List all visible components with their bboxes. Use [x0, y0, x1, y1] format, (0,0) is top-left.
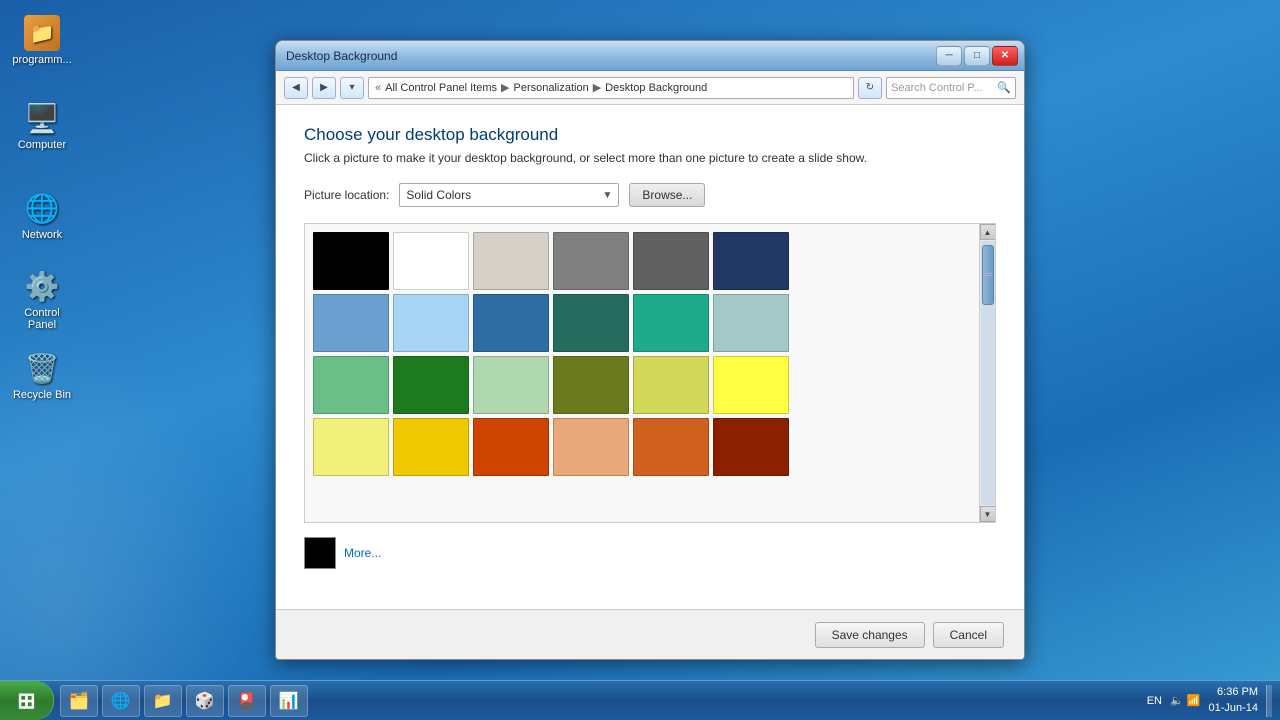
scrollbar-grip — [984, 273, 992, 276]
clock: 6:36 PM 01-Jun-14 — [1208, 685, 1258, 716]
color-grid-container: ▲ ▼ — [304, 223, 996, 523]
color-swatch-light-gray[interactable] — [473, 232, 549, 290]
taskbar-button-app1[interactable]: 🎲 — [186, 685, 224, 717]
taskbar: ⊞ 🗂️ 🌐 📁 🎲 🎴 📊 EN 🔈 📶 6:36 PM 01-Jun-14 — [0, 680, 1280, 720]
breadcrumb-arrows: « — [375, 82, 381, 94]
search-icon: 🔍 — [997, 81, 1011, 94]
location-row: Picture location: Solid Colors ▼ Browse.… — [304, 183, 996, 207]
desktop-icon-programs[interactable]: 📁 programm... — [10, 15, 74, 66]
language-indicator: EN — [1147, 695, 1162, 707]
recent-pages-button[interactable]: ▾ — [340, 77, 364, 99]
color-swatch-light-blue[interactable] — [393, 294, 469, 352]
color-swatch-olive[interactable] — [553, 356, 629, 414]
color-swatch-dark-red[interactable] — [713, 418, 789, 476]
color-swatch-dark-green[interactable] — [393, 356, 469, 414]
color-swatch-red-orange[interactable] — [473, 418, 549, 476]
dropdown-arrow-icon: ▼ — [602, 190, 612, 201]
location-label: Picture location: — [304, 188, 389, 202]
taskbar-button-explorer[interactable]: 🗂️ — [60, 685, 98, 717]
color-row-3 — [313, 356, 971, 414]
color-swatch-bright-yellow[interactable] — [713, 356, 789, 414]
color-swatch-dark-gray[interactable] — [633, 232, 709, 290]
desktop-decoration — [0, 280, 280, 680]
taskbar-button-app3[interactable]: 📊 — [270, 685, 308, 717]
desktop-background-window: Desktop Background ─ □ ✕ ◀ ▶ ▾ « All Con… — [275, 40, 1025, 660]
address-bar: ◀ ▶ ▾ « All Control Panel Items ▶ Person… — [276, 71, 1024, 105]
forward-button[interactable]: ▶ — [312, 77, 336, 99]
desktop-icon-computer[interactable]: 🖥️ Computer — [10, 100, 74, 151]
minimize-button[interactable]: ─ — [936, 46, 962, 66]
desktop: 📁 programm... 🖥️ Computer 🌐 Network ⚙️ C… — [0, 0, 1280, 720]
cancel-button[interactable]: Cancel — [933, 622, 1004, 648]
breadcrumb-desktop-background[interactable]: Desktop Background — [605, 82, 707, 94]
title-bar-controls: ─ □ ✕ — [936, 46, 1018, 66]
clock-time: 6:36 PM — [1208, 685, 1258, 700]
back-button[interactable]: ◀ — [284, 77, 308, 99]
breadcrumb-all-control-panel[interactable]: All Control Panel Items — [385, 82, 497, 94]
color-swatch-light-green[interactable] — [313, 356, 389, 414]
refresh-button[interactable]: ↻ — [858, 77, 882, 99]
scrollbar-track[interactable] — [981, 241, 995, 505]
picture-location-dropdown[interactable]: Solid Colors ▼ — [399, 183, 619, 207]
window-footer: Save changes Cancel — [276, 609, 1024, 659]
color-swatch-medium-gray[interactable] — [553, 232, 629, 290]
system-tray-icons: 🔈 📶 — [1170, 694, 1200, 707]
more-colors-link[interactable]: More... — [344, 546, 381, 560]
close-button[interactable]: ✕ — [992, 46, 1018, 66]
taskbar-button-app2[interactable]: 🎴 — [228, 685, 266, 717]
color-swatch-black[interactable] — [313, 232, 389, 290]
window-title: Desktop Background — [282, 49, 936, 63]
clock-date: 01-Jun-14 — [1208, 701, 1258, 716]
search-box[interactable]: Search Control P... 🔍 — [886, 77, 1016, 99]
breadcrumb-personalization[interactable]: Personalization — [513, 82, 588, 94]
color-swatch-steel-blue[interactable] — [313, 294, 389, 352]
color-swatch-navy[interactable] — [713, 232, 789, 290]
show-desktop-button[interactable] — [1266, 685, 1272, 717]
color-row-1 — [313, 232, 971, 290]
color-swatch-pale-teal[interactable] — [713, 294, 789, 352]
desktop-icon-network[interactable]: 🌐 Network — [10, 190, 74, 241]
desktop-icon-recycle-bin[interactable]: 🗑️ Recycle Bin — [10, 350, 74, 401]
browse-button[interactable]: Browse... — [629, 183, 705, 207]
color-swatch-golden-yellow[interactable] — [393, 418, 469, 476]
color-swatch-teal-blue[interactable] — [473, 294, 549, 352]
window-content: Choose your desktop background Click a p… — [276, 105, 1024, 609]
color-swatch-white[interactable] — [393, 232, 469, 290]
taskbar-right: EN 🔈 📶 6:36 PM 01-Jun-14 — [1147, 685, 1280, 717]
more-color-preview — [304, 537, 336, 569]
start-button[interactable]: ⊞ — [0, 681, 54, 720]
taskbar-button-folder[interactable]: 📁 — [144, 685, 182, 717]
taskbar-button-chrome[interactable]: 🌐 — [102, 685, 140, 717]
color-swatch-yellow-green[interactable] — [633, 356, 709, 414]
scrollbar-thumb[interactable] — [982, 245, 994, 305]
scrollbar-up-arrow[interactable]: ▲ — [980, 224, 996, 240]
desktop-icon-control-panel[interactable]: ⚙️ Control Panel — [10, 268, 74, 331]
color-grid — [305, 224, 979, 522]
color-swatch-pale-yellow[interactable] — [313, 418, 389, 476]
color-swatch-peach[interactable] — [553, 418, 629, 476]
color-swatch-dark-teal[interactable] — [553, 294, 629, 352]
page-title: Choose your desktop background — [304, 125, 996, 145]
color-swatch-orange[interactable] — [633, 418, 709, 476]
color-row-2 — [313, 294, 971, 352]
color-swatch-medium-teal[interactable] — [633, 294, 709, 352]
color-row-4 — [313, 418, 971, 476]
page-description: Click a picture to make it your desktop … — [304, 151, 996, 165]
scrollbar-down-arrow[interactable]: ▼ — [980, 506, 996, 522]
address-path[interactable]: « All Control Panel Items ▶ Personalizat… — [368, 77, 854, 99]
save-changes-button[interactable]: Save changes — [815, 622, 925, 648]
title-bar: Desktop Background ─ □ ✕ — [276, 41, 1024, 71]
more-colors-row: More... — [304, 537, 996, 569]
color-swatch-pale-green[interactable] — [473, 356, 549, 414]
color-grid-scrollbar: ▲ ▼ — [979, 224, 995, 522]
maximize-button[interactable]: □ — [964, 46, 990, 66]
